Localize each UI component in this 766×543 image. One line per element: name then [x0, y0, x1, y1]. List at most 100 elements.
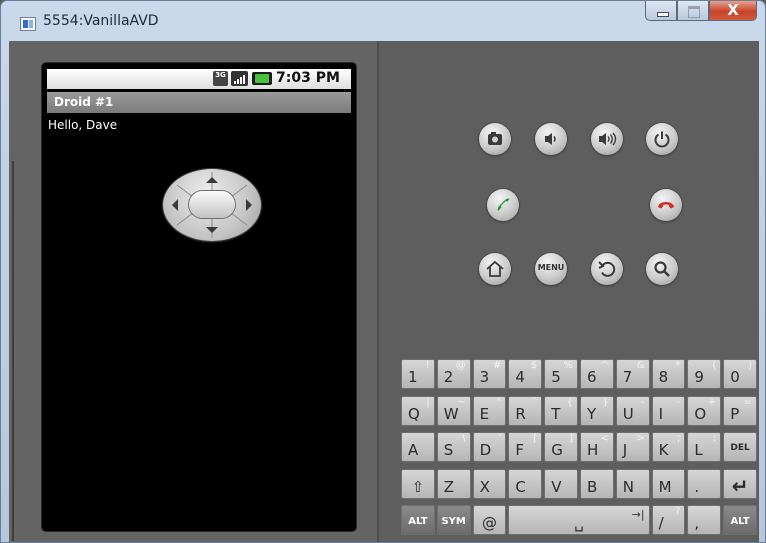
key-row1-6[interactable]: 7 &	[615, 359, 650, 389]
search-button[interactable]	[646, 253, 678, 285]
power-icon	[654, 131, 670, 148]
key-label: @	[481, 514, 497, 533]
home-button[interactable]	[479, 253, 511, 285]
key-alt-label: -	[676, 396, 681, 408]
dpad-right-icon[interactable]	[245, 198, 253, 212]
key-row4-1[interactable]: Z	[436, 468, 471, 499]
key-label: Z	[443, 477, 455, 496]
key-alt-label: |	[426, 396, 430, 408]
key-row5-0[interactable]: ALT	[401, 505, 435, 536]
key-row1-0[interactable]: 1!	[401, 359, 435, 389]
key-row5-2[interactable]: @	[472, 505, 507, 536]
search-icon	[654, 261, 670, 277]
key-row4-5[interactable]: B	[580, 468, 614, 499]
key-label: DEL	[730, 443, 750, 454]
key-row4-4[interactable]: V	[544, 468, 578, 499]
key-row3-0[interactable]: A	[401, 432, 435, 463]
key-label: C	[515, 477, 526, 496]
dpad-up-icon[interactable]	[205, 176, 219, 184]
window-title: 5554:VanillaAVD	[43, 13, 159, 29]
end-call-button[interactable]	[650, 189, 682, 221]
key-alt-label: }	[602, 396, 609, 408]
key-label: S	[443, 441, 454, 460]
key-row5-6[interactable]: ALT	[723, 505, 757, 536]
key-row1-9[interactable]: 0)	[723, 359, 757, 389]
key-row3-3[interactable]: F[	[508, 432, 543, 463]
key-row2-1[interactable]: W ~	[436, 395, 471, 426]
key-alt-label: ?	[675, 506, 681, 518]
back-button[interactable]	[591, 253, 623, 285]
key-row5-1[interactable]: SYM	[436, 505, 471, 536]
close-button[interactable]: X	[709, 1, 757, 21]
key-label: 6	[587, 368, 597, 386]
key-row2-7[interactable]: I-	[651, 395, 686, 426]
key-row3-4[interactable]: G]	[544, 432, 578, 463]
key-row3-9[interactable]: DEL	[723, 432, 757, 463]
maximize-button[interactable]	[677, 1, 709, 21]
key-row3-7[interactable]: K;	[651, 432, 686, 463]
key-row1-3[interactable]: 4 $	[508, 359, 543, 389]
key-row4-6[interactable]: N	[615, 468, 650, 499]
key-row5-5[interactable]: ,	[687, 505, 722, 536]
key-row2-5[interactable]: Y}	[580, 395, 614, 426]
key-row4-8[interactable]: .	[687, 468, 722, 499]
title-bar[interactable]: 5554:VanillaAVD X	[1, 1, 765, 41]
key-alt-label: +	[707, 396, 717, 408]
menu-button[interactable]: MENU	[535, 253, 567, 285]
key-row2-6[interactable]: U-	[615, 395, 650, 426]
device-screen[interactable]: 3G 7:03 PM Droid #1 Hello, Dave	[41, 62, 357, 532]
key-row1-1[interactable]: 2 @	[436, 359, 471, 389]
key-row1-2[interactable]: 3 #	[472, 359, 507, 389]
key-row1-4[interactable]: 5%	[544, 359, 578, 389]
key-row4-9[interactable]: ↵	[723, 468, 757, 499]
dpad-center-button[interactable]	[189, 191, 235, 218]
key-row3-5[interactable]: H <	[580, 432, 614, 463]
key-row4-0[interactable]: ⇧	[401, 468, 435, 499]
key-alt-label: {	[566, 396, 573, 408]
key-label: O	[694, 404, 707, 423]
key-row4-7[interactable]: M	[651, 468, 686, 499]
dpad-left-icon[interactable]	[171, 198, 179, 212]
key-row5-4[interactable]: /?	[651, 505, 686, 536]
key-label: 3	[479, 368, 490, 386]
status-bar[interactable]: 3G 7:03 PM	[47, 69, 351, 89]
key-row1-5[interactable]: 6 ^	[580, 359, 614, 389]
key-label: G	[551, 441, 563, 460]
key-row2-4[interactable]: T{	[544, 395, 578, 426]
emulator-window: 5554:VanillaAVD X 3G 7:03 PM Droid #1 He…	[0, 0, 766, 543]
camera-button[interactable]	[479, 123, 511, 155]
call-button[interactable]	[487, 189, 519, 221]
dpad[interactable]	[163, 169, 261, 241]
key-row2-8[interactable]: O +	[687, 395, 722, 426]
key-row4-2[interactable]: X	[472, 468, 507, 499]
key-alt-label: *	[675, 360, 681, 371]
key-label: ALT	[408, 516, 428, 528]
key-label: ⇧	[411, 477, 425, 496]
key-row4-3[interactable]: C	[508, 468, 543, 499]
key-row2-3[interactable]: R `	[508, 395, 543, 426]
key-row2-2[interactable]: E "	[472, 395, 507, 426]
key-label: 4	[515, 368, 525, 386]
key-row2-9[interactable]: P =	[723, 395, 757, 426]
app-window-icon[interactable]	[20, 17, 36, 31]
volume-up-button[interactable]	[591, 123, 623, 155]
key-label: 9	[694, 368, 704, 386]
key-row2-0[interactable]: Q |	[401, 395, 435, 426]
minimize-button[interactable]	[645, 1, 677, 21]
key-row3-8[interactable]: L:	[687, 432, 722, 463]
panel-edge	[12, 161, 14, 541]
status-time: 7:03 PM	[276, 70, 340, 86]
camera-icon	[488, 132, 502, 145]
volume-down-button[interactable]	[535, 123, 567, 155]
key-row1-7[interactable]: 8 *	[651, 359, 686, 389]
key-row3-6[interactable]: J >	[615, 432, 650, 463]
key-row3-1[interactable]: S \	[436, 432, 471, 463]
key-row5-3[interactable]: ␣ →|	[508, 505, 650, 536]
key-row1-8[interactable]: 9(	[687, 359, 722, 389]
network-3g-icon: 3G	[213, 71, 228, 86]
power-button[interactable]	[646, 123, 678, 155]
key-row3-2[interactable]: D '	[472, 432, 507, 463]
dpad-down-icon[interactable]	[205, 226, 219, 234]
key-alt-label: "	[496, 396, 502, 408]
hello-text: Hello, Dave	[48, 118, 118, 132]
